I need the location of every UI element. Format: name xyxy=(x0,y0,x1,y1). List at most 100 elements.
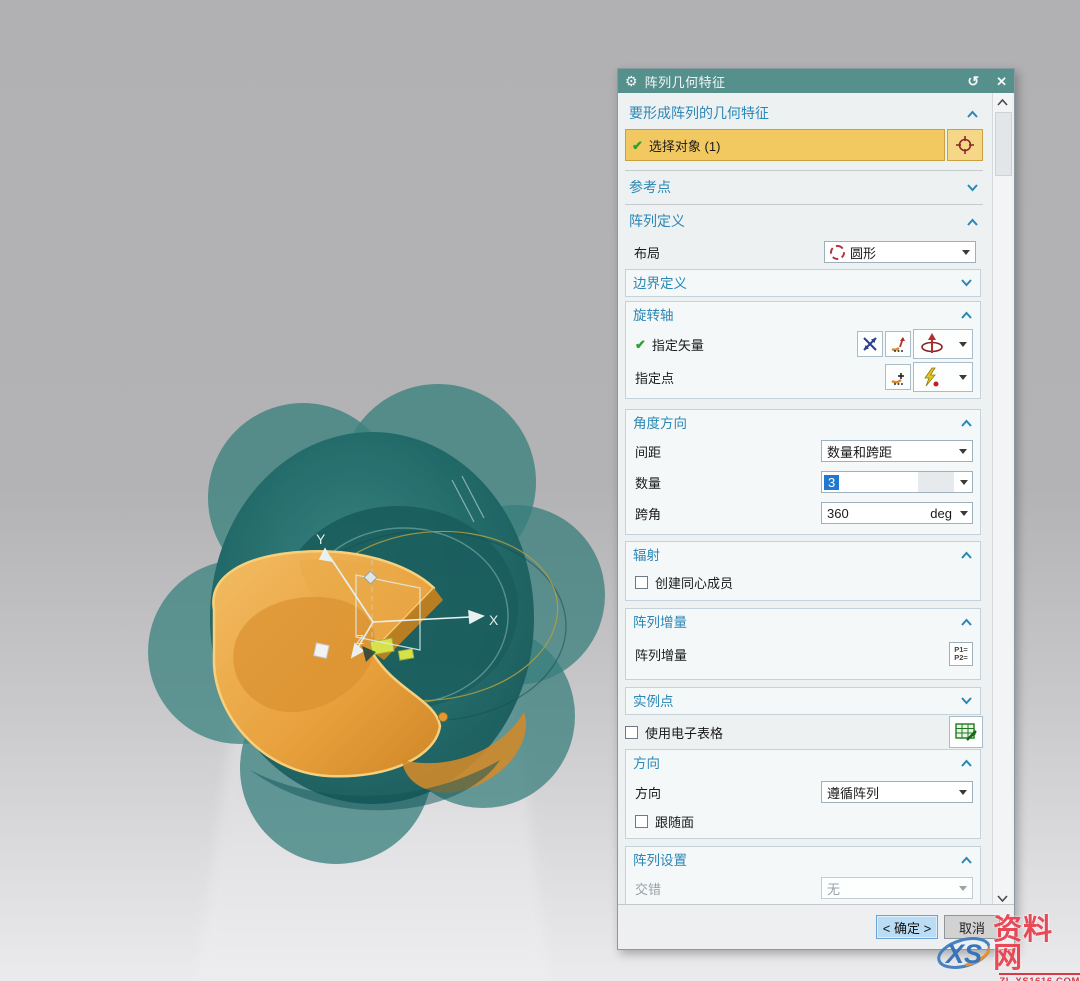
spacing-combo[interactable]: 数量和跨距 xyxy=(821,440,973,462)
count-label: 数量 xyxy=(635,473,661,492)
crossed-arrows-vector-button[interactable] xyxy=(857,331,883,357)
chevron-up-icon[interactable] xyxy=(966,105,979,121)
inferred-point-icon xyxy=(919,366,941,388)
instance-points-group: 实例点 xyxy=(625,687,981,715)
follow-face-checkbox[interactable] xyxy=(635,815,648,828)
ok-button[interactable]: < 确定 > xyxy=(876,915,938,939)
angle-direction-group-header[interactable]: 角度方向 xyxy=(626,410,980,434)
dropdown-caret-icon xyxy=(959,342,967,347)
radiate-group-header[interactable]: 辐射 xyxy=(626,542,980,566)
chevron-up-icon[interactable] xyxy=(960,755,973,770)
follow-face-label: 跟随面 xyxy=(655,812,694,831)
chevron-up-icon[interactable] xyxy=(960,415,973,430)
direction-combo[interactable]: 遵循阵列 xyxy=(821,781,973,803)
crossed-arrows-icon xyxy=(861,335,879,353)
chevron-up-icon xyxy=(997,99,1008,106)
count-formula-zone xyxy=(918,472,954,492)
dropdown-caret-icon xyxy=(959,886,967,891)
check-icon: ✔ xyxy=(632,139,643,152)
instance-points-group-header[interactable]: 实例点 xyxy=(626,688,980,712)
pattern-increment-group: 阵列增量 阵列增量 P1= P2= xyxy=(625,608,981,680)
layout-combo[interactable]: 圆形 xyxy=(824,241,976,263)
section-header-to-pattern[interactable]: 要形成阵列的几何特征 xyxy=(625,101,983,125)
pattern-increment-group-header[interactable]: 阵列增量 xyxy=(626,609,980,633)
direction-value: 遵循阵列 xyxy=(827,783,879,802)
select-target-button[interactable] xyxy=(947,129,983,161)
to-pattern-title: 要形成阵列的几何特征 xyxy=(629,103,769,123)
watermark-logo-icon: XS xyxy=(936,927,990,977)
chevron-down-icon[interactable] xyxy=(966,179,979,195)
section-header-reference-point[interactable]: 参考点 xyxy=(625,175,983,199)
auto-judge-vector-button[interactable] xyxy=(913,329,973,359)
layout-label: 布局 xyxy=(634,243,660,262)
pattern-settings-group-header[interactable]: 阵列设置 xyxy=(626,847,980,871)
point-dialog-button[interactable] xyxy=(885,364,911,390)
concentric-label: 创建同心成员 xyxy=(655,573,733,592)
chevron-down-icon[interactable] xyxy=(960,693,973,708)
span-angle-row: 跨角 360 deg xyxy=(626,500,980,526)
square-handle[interactable] xyxy=(314,643,329,658)
gear-icon: ⚙ xyxy=(625,74,638,88)
dropdown-caret-icon xyxy=(962,250,970,255)
dialog-scrollbar[interactable] xyxy=(992,93,1012,907)
reference-point-title: 参考点 xyxy=(629,177,671,197)
select-target-icon xyxy=(955,135,975,155)
chevron-down-icon[interactable] xyxy=(960,275,973,290)
span-angle-input[interactable]: 360 deg xyxy=(821,502,973,524)
boundary-title: 边界定义 xyxy=(633,272,687,292)
section-header-pattern-definition[interactable]: 阵列定义 xyxy=(625,209,983,233)
pattern-definition-title: 阵列定义 xyxy=(629,211,685,231)
direction-label: 方向 xyxy=(635,783,661,802)
count-row: 数量 3 xyxy=(626,469,980,495)
close-icon[interactable]: ✕ xyxy=(996,75,1007,88)
radiate-title: 辐射 xyxy=(633,544,660,564)
spacing-value: 数量和跨距 xyxy=(827,442,892,461)
chevron-up-icon[interactable] xyxy=(966,213,979,229)
point-marker[interactable] xyxy=(439,713,448,722)
angle-direction-title: 角度方向 xyxy=(633,412,687,432)
dialog-titlebar[interactable]: ⚙ 阵列几何特征 ↺ ✕ xyxy=(618,69,1014,93)
chevron-up-icon[interactable] xyxy=(960,307,973,322)
concentric-checkbox[interactable] xyxy=(635,576,648,589)
inferred-point-button[interactable] xyxy=(913,362,973,392)
application-window: Y X Z ⚙ 阵列几何特征 ↺ ✕ 要形成阵列的几何特征 ✔ 选择对象 (1) xyxy=(0,0,1080,981)
boundary-group: 边界定义 xyxy=(625,269,981,297)
reset-icon[interactable]: ↺ xyxy=(967,74,979,88)
direction-row: 方向 遵循阵列 xyxy=(626,779,980,805)
dialog-title: 阵列几何特征 xyxy=(645,72,726,91)
chevron-up-icon[interactable] xyxy=(960,614,973,629)
dropdown-caret-icon xyxy=(959,449,967,454)
spreadsheet-button[interactable] xyxy=(949,716,983,748)
rotation-axis-title: 旋转轴 xyxy=(633,304,674,324)
pattern-increment-title: 阵列增量 xyxy=(633,611,687,631)
boundary-group-header[interactable]: 边界定义 xyxy=(626,270,980,294)
orientation-group: 方向 方向 遵循阵列 跟随面 xyxy=(625,749,981,839)
auto-vector-icon xyxy=(919,332,945,356)
scroll-up-button[interactable] xyxy=(993,93,1012,111)
watermark-site-name: 资料网 xyxy=(993,916,1080,972)
dropdown-caret-icon xyxy=(959,375,967,380)
dropdown-caret-icon xyxy=(960,511,968,516)
layout-row: 布局 圆形 xyxy=(625,239,983,265)
pattern-settings-title: 阵列设置 xyxy=(633,849,687,869)
spacing-label: 间距 xyxy=(635,442,661,461)
stagger-label: 交错 xyxy=(635,879,661,898)
separator xyxy=(625,204,983,205)
span-angle-unit: deg xyxy=(930,506,954,521)
rotation-axis-group-header[interactable]: 旋转轴 xyxy=(626,302,980,326)
scrollbar-thumb[interactable] xyxy=(995,112,1012,176)
use-spreadsheet-checkbox[interactable] xyxy=(625,726,638,739)
orientation-group-header[interactable]: 方向 xyxy=(626,750,980,774)
chevron-up-icon[interactable] xyxy=(960,547,973,562)
radiate-group: 辐射 创建同心成员 xyxy=(625,541,981,601)
vector-dialog-button[interactable] xyxy=(885,331,911,357)
spacing-row: 间距 数量和跨距 xyxy=(626,438,980,464)
select-object-field[interactable]: ✔ 选择对象 (1) xyxy=(625,129,945,161)
axis-z-label: Z xyxy=(356,632,364,647)
pattern-increment-button[interactable]: P1= P2= xyxy=(949,642,973,666)
count-input[interactable]: 3 xyxy=(821,471,973,493)
watermark-site-url: ZL.XS1616.COM xyxy=(999,973,1080,981)
dropdown-caret-icon xyxy=(959,790,967,795)
stagger-value: 无 xyxy=(827,879,840,898)
chevron-up-icon[interactable] xyxy=(960,852,973,867)
